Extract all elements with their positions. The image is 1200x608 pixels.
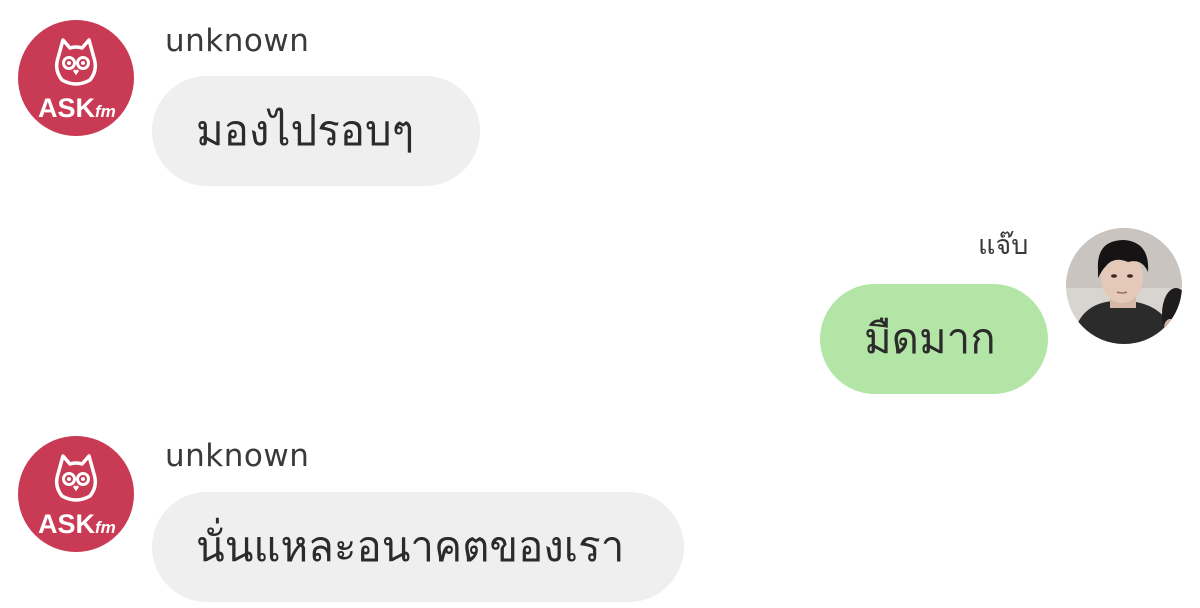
- askfm-wordmark-suffix: fm: [95, 102, 116, 121]
- askfm-wordmark: ASK: [38, 93, 96, 123]
- askfm-owl-logo-icon: ASK fm: [38, 454, 116, 539]
- message-bubble-received[interactable]: นั่นแหละอนาคตของเรา: [152, 492, 684, 602]
- askfm-wordmark: ASK: [38, 509, 96, 539]
- message-bubble-sent[interactable]: มืดมาก: [820, 284, 1048, 394]
- sender-name: unknown: [165, 23, 310, 59]
- profile-photo-image: [1066, 228, 1182, 344]
- askfm-avatar[interactable]: ASK fm: [18, 436, 134, 552]
- message-bubble-received[interactable]: มองไปรอบๆ: [152, 76, 480, 186]
- askfm-wordmark-suffix: fm: [95, 518, 116, 537]
- sender-name: unknown: [165, 438, 310, 474]
- profile-photo-avatar[interactable]: [1066, 228, 1182, 344]
- my-name-label: แจ๊บ: [978, 230, 1029, 261]
- askfm-avatar[interactable]: ASK fm: [18, 20, 134, 136]
- askfm-owl-logo-icon: ASK fm: [38, 38, 116, 123]
